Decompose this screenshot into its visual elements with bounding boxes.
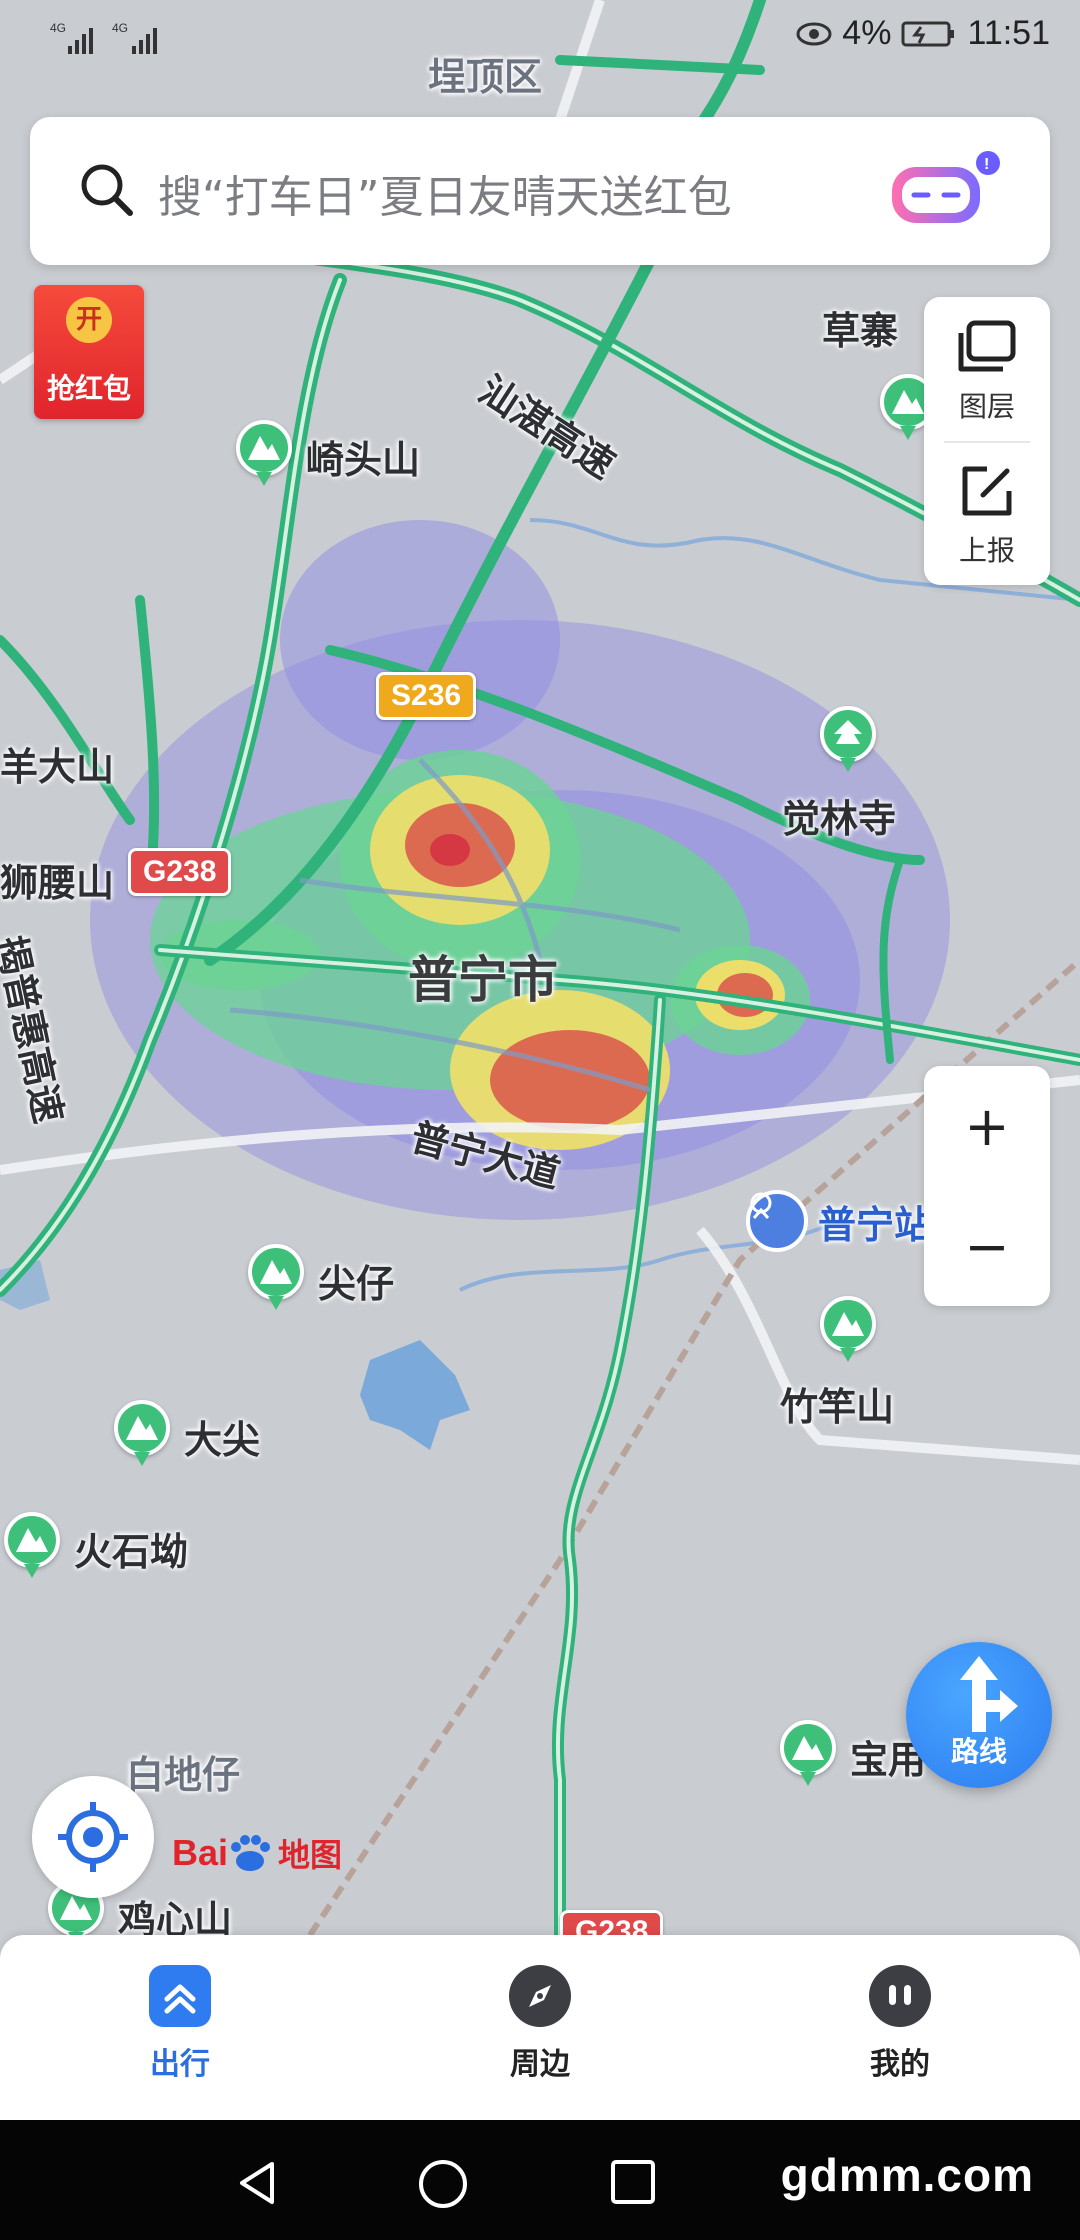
poi-baoyong[interactable]: 宝用 bbox=[776, 1720, 926, 1792]
poi-shiyaoshan[interactable]: 狮腰山 bbox=[0, 852, 114, 907]
poi-label: 草寨 bbox=[822, 309, 899, 353]
mountain-pin-icon bbox=[816, 1296, 880, 1368]
logo-text: Bai bbox=[172, 1832, 229, 1873]
route-arrow-icon bbox=[960, 1656, 1018, 1732]
poi-yangdashan[interactable]: 羊大山 bbox=[0, 736, 114, 791]
mountain-pin-icon bbox=[232, 420, 296, 492]
back-icon[interactable] bbox=[232, 2158, 282, 2208]
divider bbox=[944, 441, 1030, 443]
compass-icon bbox=[509, 1965, 571, 2027]
logo-text: 地图 bbox=[278, 1837, 343, 1873]
battery-percent: 4% bbox=[842, 14, 892, 52]
crosshair-icon bbox=[58, 1802, 128, 1872]
mountain-pin-icon bbox=[244, 1244, 308, 1316]
poi-jianzai[interactable]: 尖仔 bbox=[244, 1244, 394, 1316]
report-label: 上报 bbox=[958, 534, 1015, 567]
tab-label: 我的 bbox=[870, 2047, 930, 2082]
edit-report-icon bbox=[962, 466, 1012, 516]
red-packet-coin: 开 bbox=[66, 297, 112, 343]
highway-shield-s236: S236 bbox=[376, 672, 477, 720]
search-input[interactable]: 搜“打车日”夏日友晴天送红包 bbox=[158, 161, 732, 225]
poi-qitoushan[interactable]: 崎头山 bbox=[232, 420, 420, 492]
station-puning[interactable]: 普宁站 bbox=[746, 1190, 932, 1252]
search-bar[interactable]: 搜“打车日”夏日友晴天送红包 ! bbox=[30, 117, 1050, 265]
report-button[interactable]: 上报 bbox=[924, 463, 1050, 569]
tab-mine[interactable]: 我的 bbox=[810, 1965, 990, 2083]
route-label: 路线 bbox=[950, 1735, 1007, 1768]
city-label: 普宁市 bbox=[408, 951, 558, 1009]
train-station-icon bbox=[746, 1190, 808, 1252]
layers-icon bbox=[958, 320, 1016, 372]
poi-label: 崎头山 bbox=[306, 437, 421, 482]
tab-travel[interactable]: 出行 bbox=[90, 1965, 270, 2083]
poi-label: 尖仔 bbox=[318, 1261, 395, 1306]
search-icon bbox=[81, 164, 133, 216]
profile-icon bbox=[869, 1965, 931, 2027]
zoom-in-button[interactable]: + bbox=[924, 1066, 1050, 1186]
locate-me-button[interactable] bbox=[32, 1776, 154, 1898]
battery-icon bbox=[901, 21, 955, 46]
map-canvas[interactable]: 埕顶区 白地仔 普宁市 汕湛高速 揭普惠高速 普宁大道 S236 G238 G2… bbox=[0, 0, 1080, 1935]
watermark: gdmm.com bbox=[780, 2149, 1034, 2201]
tab-label: 周边 bbox=[510, 2047, 570, 2082]
svg-text:4G: 4G bbox=[112, 21, 128, 35]
zoom-control: + − bbox=[924, 1066, 1050, 1306]
baidu-map-logo: Bai 地图 bbox=[172, 1830, 342, 1876]
layers-label: 图层 bbox=[958, 390, 1015, 423]
assistant-bot-icon[interactable]: ! bbox=[892, 149, 1000, 223]
red-packet-button[interactable]: 开 抢红包 bbox=[34, 285, 144, 419]
poi-huoshiao[interactable]: 火石坳 bbox=[0, 1512, 188, 1584]
tab-label: 出行 bbox=[150, 2047, 210, 2082]
mountain-pin-icon bbox=[776, 1720, 840, 1792]
signal-icon: 4G 4G bbox=[50, 21, 157, 54]
paw-icon bbox=[231, 1835, 271, 1871]
bottom-tab-bar: 出行 周边 我的 bbox=[0, 1935, 1080, 2120]
mountain-pin-icon bbox=[0, 1512, 64, 1584]
zoom-out-button[interactable]: − bbox=[924, 1186, 1050, 1306]
red-packet-label: 抢红包 bbox=[46, 372, 131, 405]
eye-icon bbox=[796, 22, 832, 45]
poi-juelinsi[interactable]: 觉林寺 bbox=[782, 788, 896, 843]
highway-shield-g238-bottom: G238 bbox=[560, 1910, 664, 1935]
svg-text:!: ! bbox=[984, 156, 989, 173]
poi-label: 火石坳 bbox=[74, 1529, 189, 1574]
temple-pin-icon bbox=[816, 706, 880, 778]
network-indicator: 4G 4G bbox=[48, 20, 178, 62]
home-icon[interactable] bbox=[416, 2158, 470, 2212]
svg-text:4G: 4G bbox=[50, 21, 66, 35]
route-button[interactable]: 路线 bbox=[906, 1642, 1052, 1788]
mountain-pin-icon bbox=[110, 1400, 174, 1472]
highway-shield-g238: G238 bbox=[128, 848, 232, 896]
poi-zhuganshan[interactable]: 竹竿山 bbox=[780, 1376, 894, 1431]
clock: 11:51 bbox=[967, 14, 1050, 52]
status-bar: 4G 4G 4% 11:51 bbox=[0, 0, 1080, 80]
travel-icon bbox=[149, 1965, 211, 2027]
recents-icon[interactable] bbox=[608, 2158, 658, 2208]
tab-nearby[interactable]: 周边 bbox=[450, 1965, 630, 2083]
poi-caozhai[interactable]: 草寨 bbox=[822, 300, 898, 355]
layers-button[interactable]: 图层 bbox=[924, 319, 1050, 425]
poi-dajian[interactable]: 大尖 bbox=[110, 1400, 260, 1472]
poi-label: 大尖 bbox=[184, 1417, 261, 1462]
station-label: 普宁站 bbox=[818, 1202, 933, 1247]
map-tools-panel: 图层 上报 bbox=[924, 297, 1050, 585]
